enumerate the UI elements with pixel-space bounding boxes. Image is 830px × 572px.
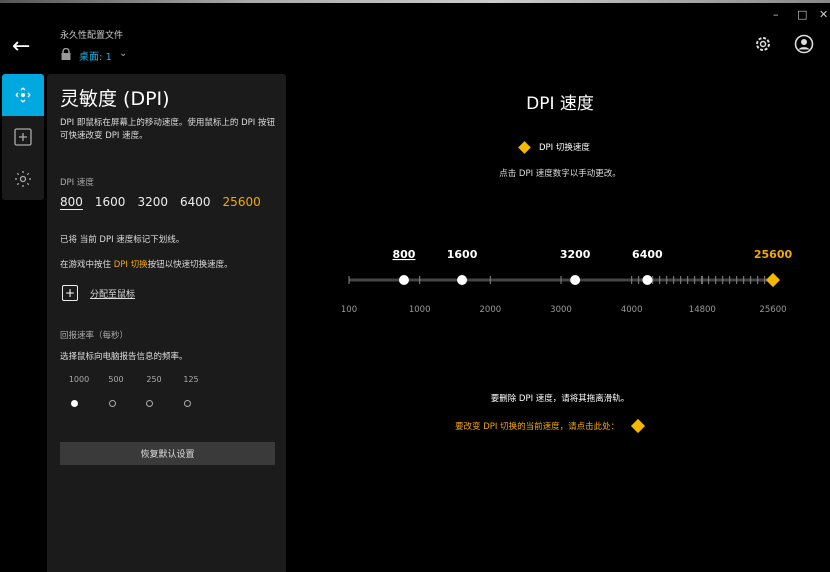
rate-label: 500 bbox=[108, 375, 124, 384]
dpi-handle[interactable] bbox=[570, 275, 581, 285]
report-rate-label: 回报速率（每秒） bbox=[60, 331, 129, 341]
lighting-icon bbox=[15, 171, 31, 187]
move-icon bbox=[15, 87, 31, 103]
handle-label[interactable]: 3200 bbox=[560, 248, 591, 261]
handle-label[interactable]: 25600 bbox=[754, 248, 793, 261]
axis-label: 100 bbox=[341, 305, 357, 315]
rate-label: 1000 bbox=[68, 375, 90, 384]
shift-hint: 要改变 DPI 切换的当前速度，请点击此处： bbox=[455, 422, 620, 432]
desktop-strip bbox=[0, 0, 830, 3]
rate-radio-500[interactable] bbox=[109, 400, 116, 407]
restore-defaults-button[interactable]: 恢复默认设置 bbox=[60, 442, 275, 465]
nav-sensitivity[interactable] bbox=[2, 74, 44, 116]
handle-label[interactable]: 1600 bbox=[447, 248, 478, 261]
diamond-icon bbox=[518, 140, 531, 154]
rate-label: 125 bbox=[183, 375, 199, 384]
dpi-value-list: 800 1600 3200 6400 25600 bbox=[60, 195, 261, 209]
axis-label: 4000 bbox=[621, 305, 643, 315]
shift-hint-row: 要改变 DPI 切换的当前速度，请点击此处： bbox=[455, 418, 646, 434]
nav-assignments[interactable] bbox=[2, 116, 44, 158]
user-account-icon[interactable] bbox=[794, 34, 814, 54]
axis-label: 25600 bbox=[759, 305, 786, 315]
panel-title: 灵敏度 (DPI) bbox=[60, 88, 170, 110]
report-rate-description: 选择鼠标向电脑报告信息的频率。 bbox=[60, 352, 188, 362]
rate-radio-250[interactable] bbox=[146, 400, 153, 407]
minimize-button[interactable]: – bbox=[773, 8, 779, 21]
back-arrow-icon[interactable]: ← bbox=[12, 34, 30, 59]
axis-label: 1000 bbox=[409, 305, 431, 315]
main-title: DPI 速度 bbox=[526, 94, 594, 114]
axis-label: 14800 bbox=[689, 305, 716, 315]
dpi-value[interactable]: 3200 bbox=[137, 195, 168, 209]
rate-radio-1000[interactable] bbox=[71, 400, 78, 407]
legend-label: DPI 切换速度 bbox=[539, 143, 590, 153]
dpi-value[interactable]: 6400 bbox=[180, 195, 211, 209]
rate-radio-125[interactable] bbox=[184, 400, 191, 407]
dpi-handle[interactable] bbox=[642, 275, 653, 285]
handle-label[interactable]: 6400 bbox=[632, 248, 663, 261]
dpi-value-shift[interactable]: 25600 bbox=[223, 195, 261, 209]
settings-panel bbox=[47, 74, 286, 572]
shift-handle[interactable] bbox=[765, 272, 781, 288]
maximize-button[interactable]: □ bbox=[797, 8, 807, 21]
legend: DPI 切换速度 bbox=[518, 140, 590, 154]
close-button[interactable]: ✕ bbox=[819, 8, 828, 21]
nav-lighting[interactable] bbox=[2, 158, 44, 200]
rate-label: 250 bbox=[146, 375, 162, 384]
lock-icon bbox=[61, 48, 71, 60]
dpi-value[interactable]: 1600 bbox=[95, 195, 126, 209]
handle-label[interactable]: 800 bbox=[392, 248, 415, 261]
profile-title: 永久性配置文件 bbox=[60, 31, 124, 41]
axis-label: 2000 bbox=[480, 305, 502, 315]
chevron-down-icon[interactable]: ⌄ bbox=[119, 48, 127, 59]
panel-description: DPI 即鼠标在屏幕上的移动速度。使用鼠标上的 DPI 按钮可快速改变 DPI … bbox=[60, 118, 275, 141]
dpi-value[interactable]: 800 bbox=[60, 195, 83, 209]
gear-icon[interactable] bbox=[753, 34, 773, 54]
dpi-label: DPI 速度 bbox=[60, 178, 94, 188]
dpi-handle[interactable] bbox=[398, 275, 409, 285]
remove-hint: 要删除 DPI 速度，请将其拖离滑轨。 bbox=[490, 394, 630, 404]
axis-label: 3000 bbox=[550, 305, 572, 315]
edit-hint: 点击 DPI 速度数字以手动更改。 bbox=[499, 169, 621, 179]
dpi-handle[interactable] bbox=[457, 275, 468, 285]
dpi-slider[interactable]: 100 1000 2000 3000 4000 14800 25600 800 1600 3200… bbox=[0, 240, 830, 320]
shift-speed-diamond-button[interactable] bbox=[631, 418, 646, 434]
plus-box-icon bbox=[14, 128, 32, 146]
side-nav bbox=[2, 74, 44, 200]
profile-selector[interactable]: 桌面: 1 bbox=[79, 48, 112, 63]
